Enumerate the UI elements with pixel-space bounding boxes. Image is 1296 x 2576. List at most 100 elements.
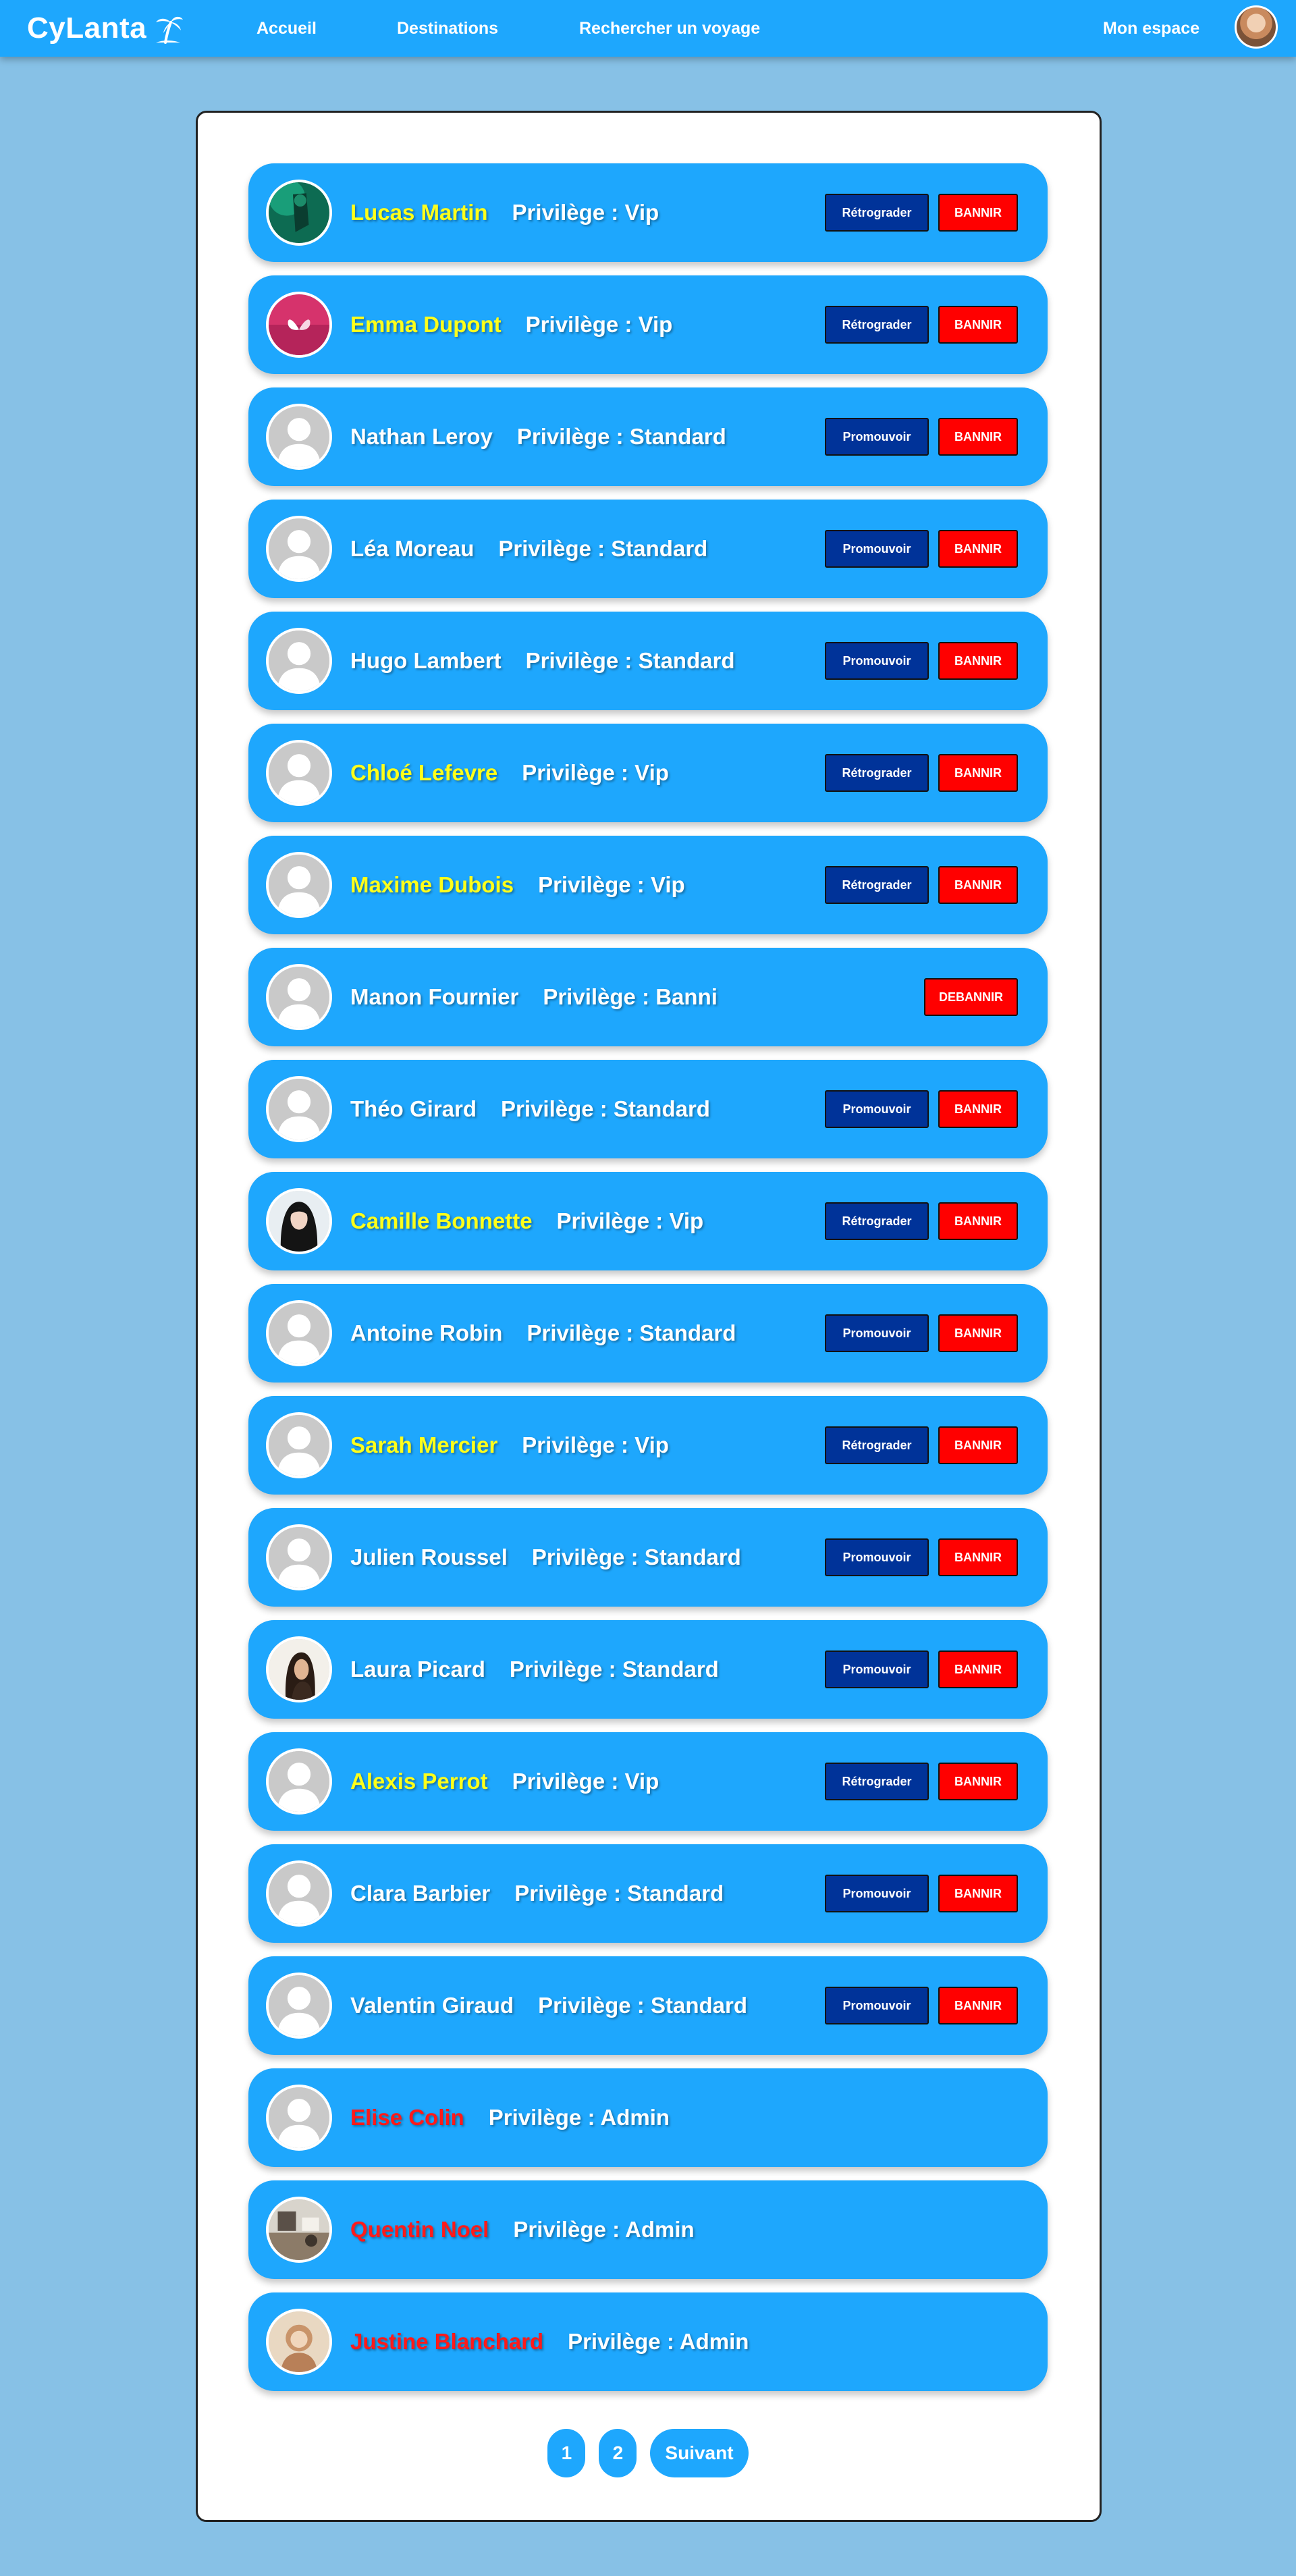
ban-button[interactable]: BANNIR: [938, 418, 1018, 456]
user-row: Valentin Giraud Privilège : Standard Promo…: [248, 1956, 1048, 2055]
ban-button[interactable]: BANNIR: [938, 306, 1018, 344]
user-info: Nathan Leroy Privilège : Standard: [350, 387, 726, 486]
user-name: Léa Moreau: [350, 536, 475, 561]
user-avatar-icon: [266, 628, 332, 694]
user-privilege: Privilège : Vip: [538, 872, 685, 897]
ban-button[interactable]: BANNIR: [938, 1651, 1018, 1688]
user-info: Sarah Mercier Privilège : Vip: [350, 1396, 669, 1495]
ban-button[interactable]: BANNIR: [938, 1314, 1018, 1352]
promote-button[interactable]: Promouvoir: [825, 1538, 929, 1576]
ban-button[interactable]: BANNIR: [938, 1875, 1018, 1912]
user-row: Chloé Lefevre Privilège : Vip Rétrograder B…: [248, 724, 1048, 822]
nav-link-destinations[interactable]: Destinations: [397, 19, 498, 38]
user-actions: Rétrograder BANNIR: [825, 1396, 1018, 1495]
user-avatar-icon: [266, 1860, 332, 1927]
user-name: Nathan Leroy: [350, 424, 493, 449]
user-name: Hugo Lambert: [350, 648, 502, 673]
promote-button[interactable]: Promouvoir: [825, 418, 929, 456]
nav-link-home[interactable]: Accueil: [256, 19, 317, 38]
user-info: Théo Girard Privilège : Standard: [350, 1060, 710, 1158]
user-info: Clara Barbier Privilège : Standard: [350, 1844, 724, 1943]
nav-link-my-space[interactable]: Mon espace: [1103, 19, 1199, 38]
ban-button[interactable]: BANNIR: [938, 1987, 1018, 2024]
user-row: Nathan Leroy Privilège : Standard Promouvo…: [248, 387, 1048, 486]
user-privilege: Privilège : Admin: [513, 2217, 695, 2242]
user-privilege: Privilège : Standard: [525, 648, 735, 673]
user-avatar-icon: [266, 516, 332, 582]
ban-button[interactable]: BANNIR: [938, 866, 1018, 904]
user-actions: Promouvoir BANNIR: [825, 1620, 1018, 1719]
ban-button[interactable]: BANNIR: [938, 530, 1018, 568]
user-info: Justine Blanchard Privilège : Admin: [350, 2292, 749, 2391]
user-privilege: Privilège : Standard: [509, 1657, 719, 1682]
user-name: Chloé Lefevre: [350, 760, 498, 785]
user-info: Valentin Giraud Privilège : Standard: [350, 1956, 747, 2055]
user-row: Hugo Lambert Privilège : Standard Promouvo…: [248, 612, 1048, 710]
user-name: Camille Bonnette: [350, 1208, 533, 1233]
page-2-button[interactable]: 2: [599, 2429, 637, 2477]
ban-button[interactable]: BANNIR: [938, 1426, 1018, 1464]
promote-button[interactable]: Promouvoir: [825, 1875, 929, 1912]
next-page-button[interactable]: Suivant: [650, 2429, 749, 2477]
user-actions: Promouvoir BANNIR: [825, 500, 1018, 598]
demote-button[interactable]: Rétrograder: [825, 1202, 929, 1240]
user-actions: Promouvoir BANNIR: [825, 1284, 1018, 1383]
user-actions: Rétrograder BANNIR: [825, 724, 1018, 822]
user-info: Emma Dupont Privilège : Vip: [350, 275, 672, 374]
user-actions: DEBANNIR: [923, 948, 1018, 1046]
user-name: Quentin Noel: [350, 2217, 489, 2242]
ban-button[interactable]: BANNIR: [938, 194, 1018, 232]
unban-button[interactable]: DEBANNIR: [923, 978, 1018, 1016]
user-privilege: Privilège : Banni: [543, 984, 718, 1009]
user-actions: Promouvoir BANNIR: [825, 612, 1018, 710]
user-avatar-icon: [266, 740, 332, 806]
promote-button[interactable]: Promouvoir: [825, 1090, 929, 1128]
promote-button[interactable]: Promouvoir: [825, 642, 929, 680]
user-row: Camille Bonnette Privilège : Vip Rétrograd…: [248, 1172, 1048, 1270]
user-name: Julien Roussel: [350, 1545, 508, 1569]
user-info: Manon Fournier Privilège : Banni: [350, 948, 718, 1046]
user-actions: Promouvoir BANNIR: [825, 1844, 1018, 1943]
user-avatar-icon: [266, 292, 332, 358]
user-privilege: Privilège : Vip: [512, 200, 659, 225]
user-actions: Rétrograder BANNIR: [825, 1732, 1018, 1831]
demote-button[interactable]: Rétrograder: [825, 306, 929, 344]
user-info: Julien Roussel Privilège : Standard: [350, 1508, 741, 1607]
nav-link-search-trip[interactable]: Rechercher un voyage: [579, 19, 760, 38]
user-row: Lucas Martin Privilège : Vip Rétrograder BA…: [248, 163, 1048, 262]
user-privilege: Privilège : Vip: [525, 312, 673, 337]
user-name: Clara Barbier: [350, 1881, 491, 1906]
ban-button[interactable]: BANNIR: [938, 1090, 1018, 1128]
demote-button[interactable]: Rétrograder: [825, 194, 929, 232]
demote-button[interactable]: Rétrograder: [825, 754, 929, 792]
promote-button[interactable]: Promouvoir: [825, 1651, 929, 1688]
user-privilege: Privilège : Standard: [514, 1881, 724, 1906]
user-privilege: Privilège : Standard: [501, 1096, 710, 1121]
user-row: Emma Dupont Privilège : Vip Rétrograder BAN…: [248, 275, 1048, 374]
page-1-button[interactable]: 1: [547, 2429, 586, 2477]
user-avatar-icon: [266, 1300, 332, 1366]
ban-button[interactable]: BANNIR: [938, 1202, 1018, 1240]
demote-button[interactable]: Rétrograder: [825, 866, 929, 904]
ban-button[interactable]: BANNIR: [938, 754, 1018, 792]
user-avatar-icon: [266, 1973, 332, 2039]
user-name: Elise Colin: [350, 2105, 464, 2130]
user-avatar[interactable]: [1235, 5, 1278, 49]
promote-button[interactable]: Promouvoir: [825, 1314, 929, 1352]
user-row: Théo Girard Privilège : Standard Promouvoi…: [248, 1060, 1048, 1158]
site-logo[interactable]: CyLanta: [27, 8, 184, 49]
user-info: Hugo Lambert Privilège : Standard: [350, 612, 735, 710]
user-row: Clara Barbier Privilège : Standard Promouv…: [248, 1844, 1048, 1943]
user-row: Laura Picard Privilège : Standard Promouvo…: [248, 1620, 1048, 1719]
user-actions: Promouvoir BANNIR: [825, 387, 1018, 486]
demote-button[interactable]: Rétrograder: [825, 1763, 929, 1800]
demote-button[interactable]: Rétrograder: [825, 1426, 929, 1464]
user-info: Chloé Lefevre Privilège : Vip: [350, 724, 669, 822]
ban-button[interactable]: BANNIR: [938, 1763, 1018, 1800]
user-name: Sarah Mercier: [350, 1432, 498, 1457]
promote-button[interactable]: Promouvoir: [825, 530, 929, 568]
ban-button[interactable]: BANNIR: [938, 642, 1018, 680]
ban-button[interactable]: BANNIR: [938, 1538, 1018, 1576]
pagination: 1 2 Suivant: [0, 2429, 1296, 2477]
promote-button[interactable]: Promouvoir: [825, 1987, 929, 2024]
